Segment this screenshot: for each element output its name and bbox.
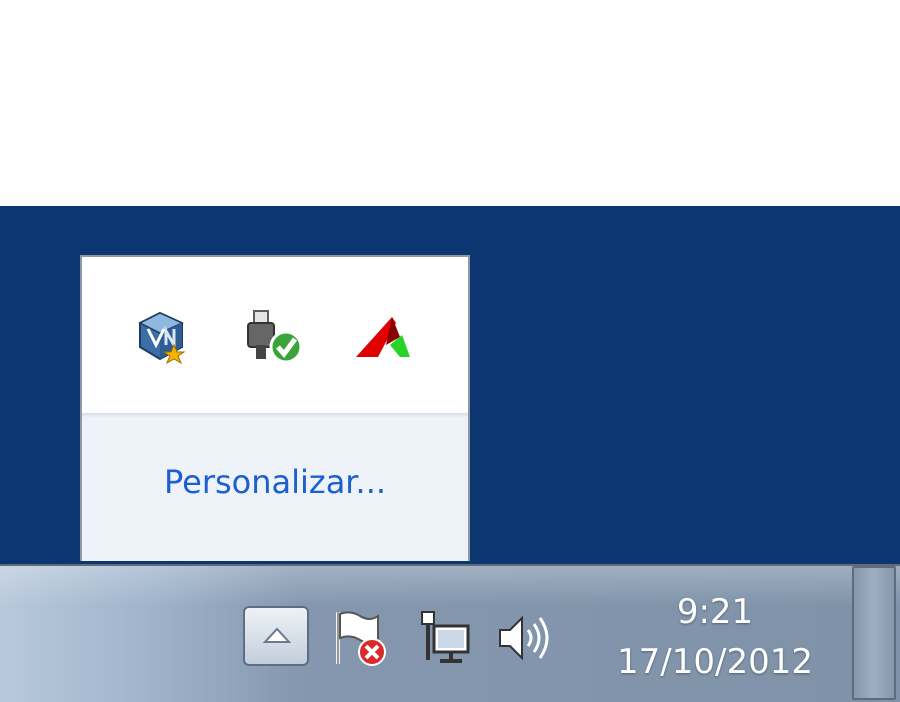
notification-area-overflow-flyout: Personalizar...: [80, 255, 470, 561]
network-icon[interactable]: [414, 606, 476, 668]
usb-safely-remove-icon[interactable]: [242, 305, 306, 369]
clock-time: 9:21: [676, 592, 754, 632]
action-center-flag-error-icon[interactable]: [330, 606, 392, 668]
clock[interactable]: 9:21 17/10/2012: [600, 584, 830, 694]
show-hidden-icons-button[interactable]: [243, 606, 309, 666]
hidden-icons-area: [82, 257, 468, 413]
clock-date: 17/10/2012: [617, 642, 813, 682]
virtualbox-icon[interactable]: [130, 305, 194, 369]
show-desktop-button[interactable]: [852, 566, 896, 700]
taskbar: 9:21 17/10/2012: [0, 564, 900, 702]
flyout-footer: Personalizar...: [82, 417, 468, 561]
chevron-up-icon: [262, 627, 292, 643]
volume-icon[interactable]: [494, 606, 556, 668]
customize-link[interactable]: Personalizar...: [82, 449, 468, 515]
red-green-a-app-icon[interactable]: [352, 305, 416, 369]
